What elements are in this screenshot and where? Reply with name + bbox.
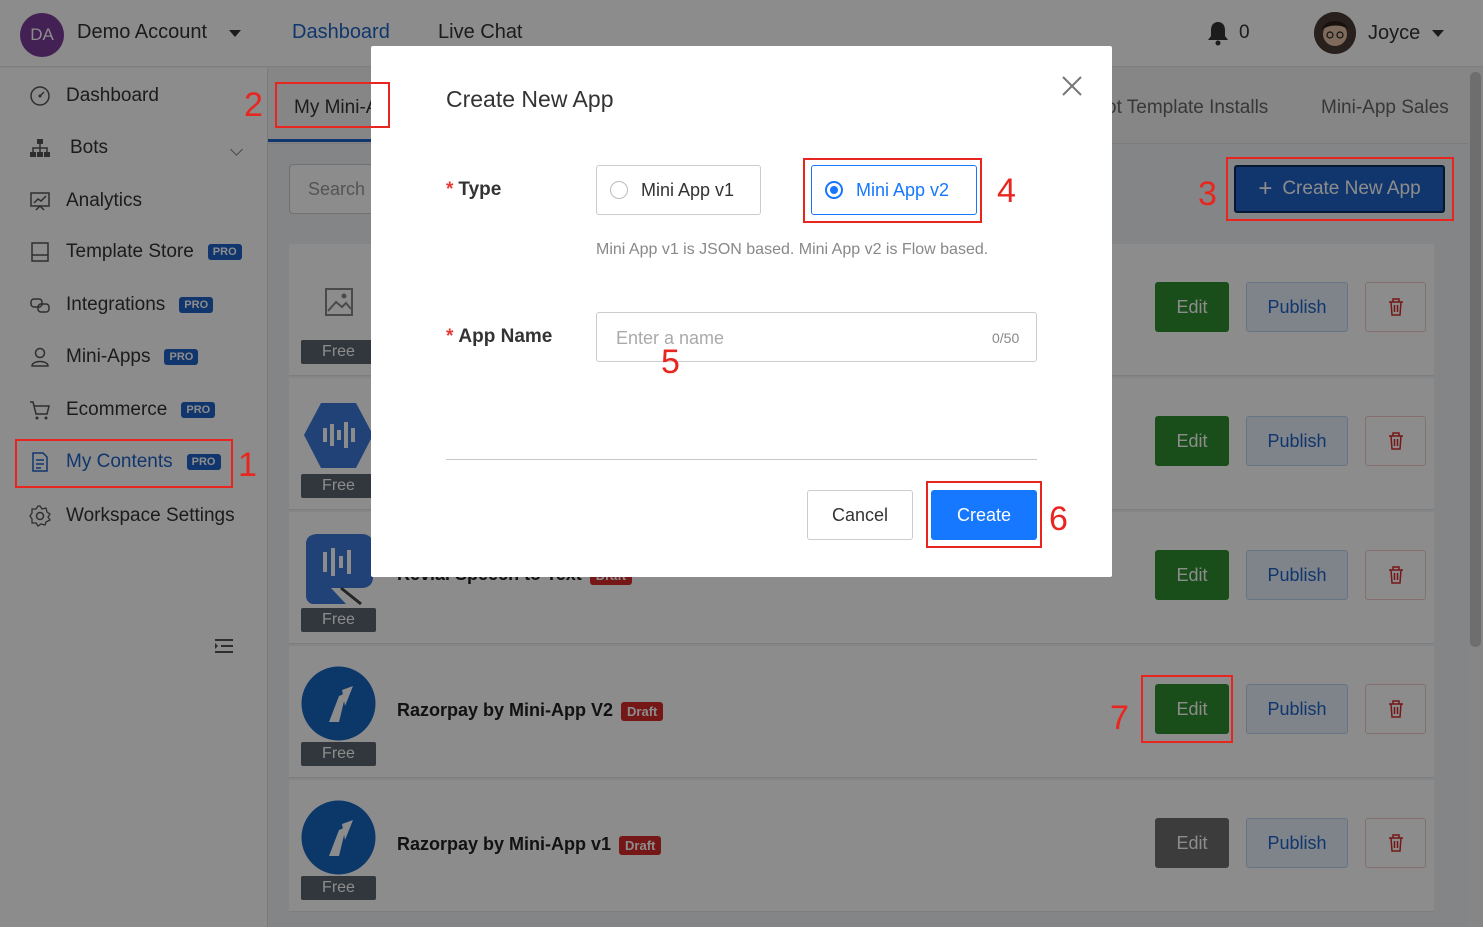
app-name-label: * App Name <box>446 326 553 347</box>
annotation-number: 1 <box>238 446 257 484</box>
annotation-box <box>926 481 1042 548</box>
annotation-number: 3 <box>1198 175 1217 213</box>
radio-mini-app-v1[interactable]: Mini App v1 <box>596 165 761 215</box>
annotation-box <box>1141 675 1233 743</box>
annotation-number: 2 <box>244 86 263 124</box>
annotation-number: 5 <box>661 343 680 381</box>
annotation-box <box>803 158 982 223</box>
annotation-box <box>275 82 390 128</box>
type-label: * Type <box>446 179 502 200</box>
divider <box>446 459 1037 460</box>
app-name-label-text: App Name <box>458 326 553 347</box>
dialog-title: Create New App <box>446 86 614 112</box>
radio-unchecked-icon <box>610 181 628 199</box>
annotation-number: 7 <box>1110 699 1129 737</box>
annotation-box <box>1226 157 1454 221</box>
close-icon[interactable] <box>1061 75 1083 97</box>
annotation-box <box>15 439 233 488</box>
radio-label: Mini App v1 <box>641 179 735 200</box>
type-label-text: Type <box>458 179 502 200</box>
cancel-button[interactable]: Cancel <box>807 490 913 540</box>
char-counter: 0/50 <box>992 330 1020 346</box>
annotation-number: 6 <box>1049 500 1068 538</box>
type-hint: Mini App v1 is JSON based. Mini App v2 i… <box>596 241 989 258</box>
annotation-number: 4 <box>997 172 1016 210</box>
